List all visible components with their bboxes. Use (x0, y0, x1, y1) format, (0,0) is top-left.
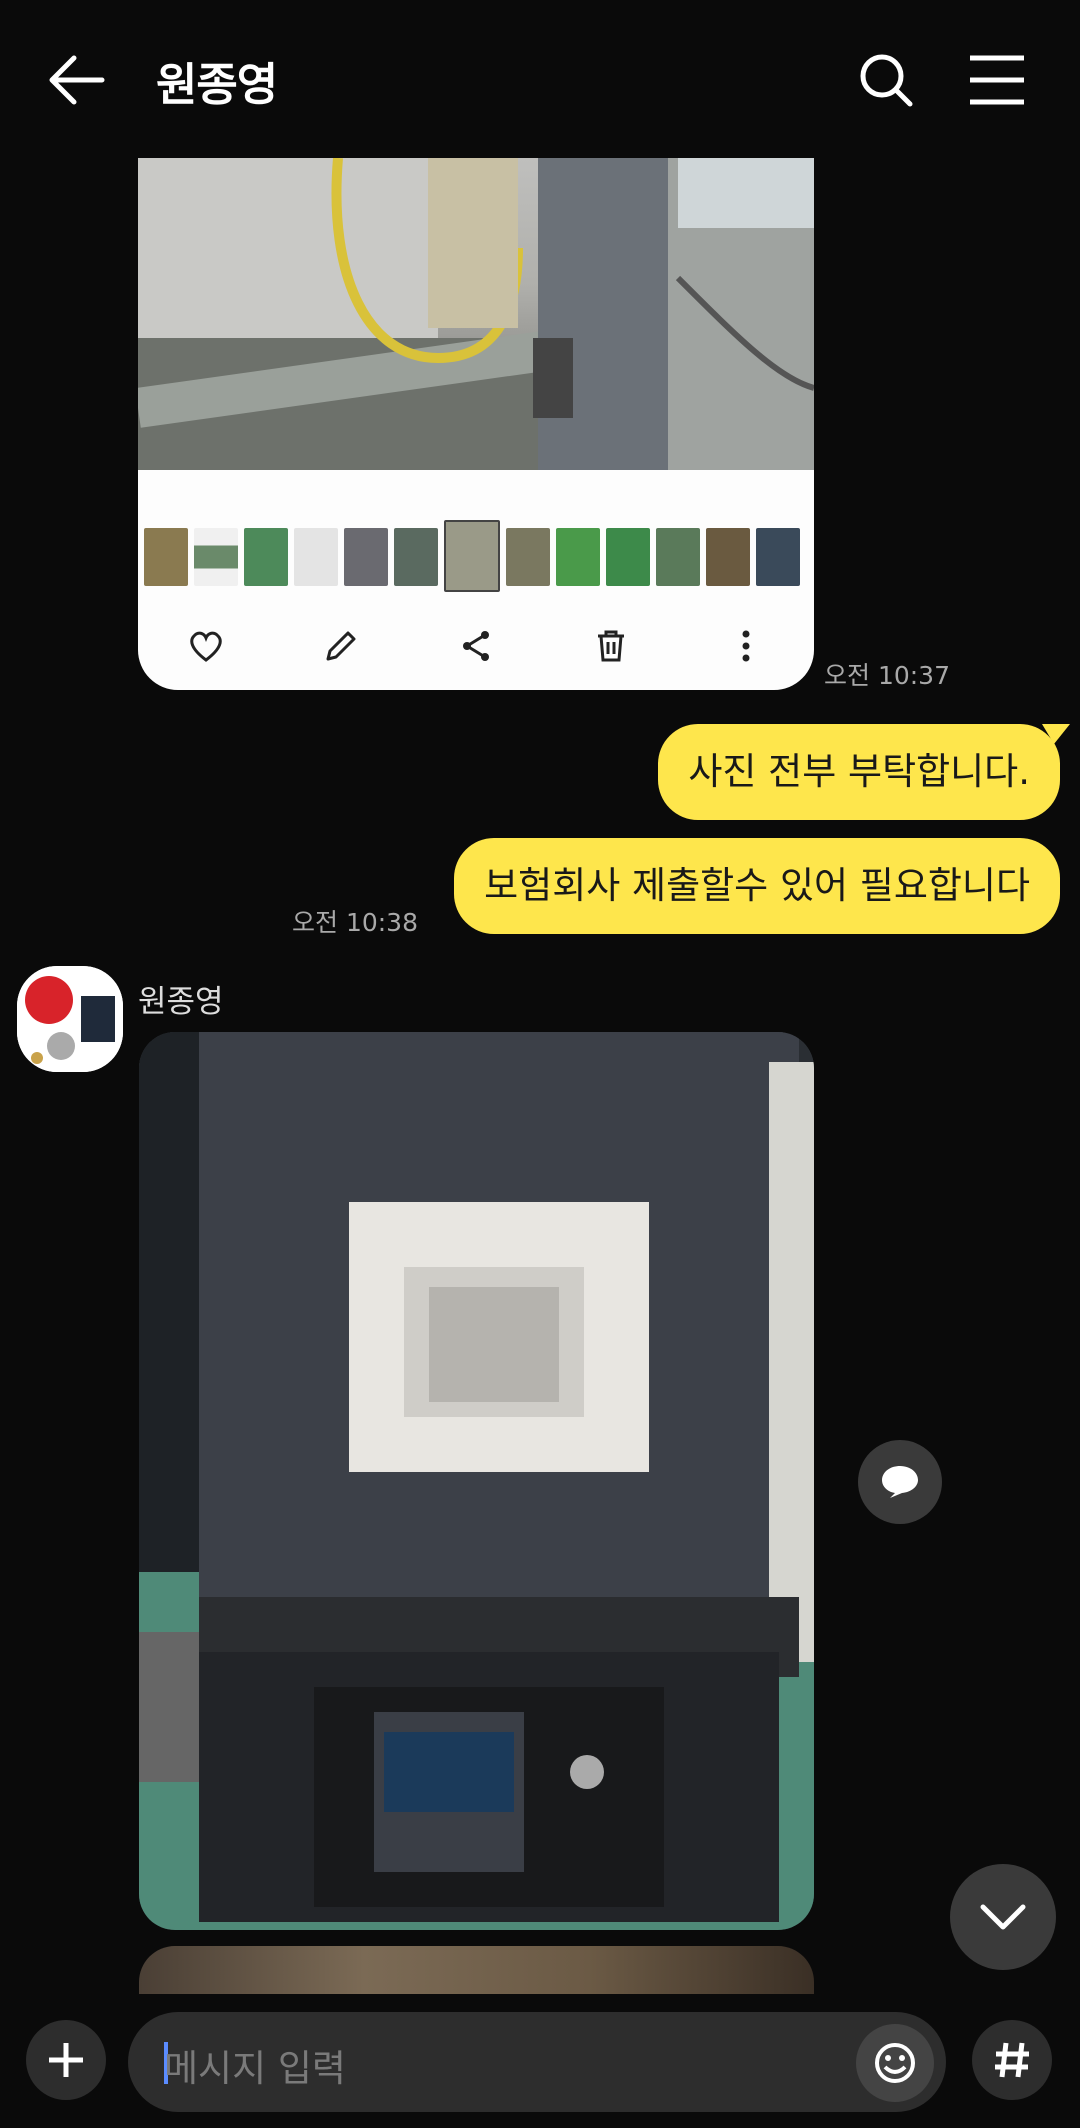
my-message-bubble[interactable]: 사진 전부 부탁합니다. (658, 724, 1060, 820)
chat-header: 원종영 (0, 0, 1080, 156)
viewer-actions (138, 618, 814, 674)
photo-viewer-card[interactable] (138, 158, 814, 690)
thumbnail[interactable] (194, 528, 238, 586)
chevron-down-icon[interactable] (950, 1864, 1056, 1970)
thumbnail[interactable] (394, 528, 438, 586)
thumbnail-selected[interactable] (444, 520, 500, 592)
more-vertical-icon[interactable] (724, 624, 768, 668)
back-arrow-icon[interactable] (44, 50, 114, 110)
trash-icon[interactable] (589, 624, 633, 668)
avatar[interactable] (17, 966, 123, 1072)
my-message-bubble[interactable]: 보험회사 제출할수 있어 필요합니다 (454, 838, 1060, 934)
thumbnail[interactable] (244, 528, 288, 586)
thumbnail[interactable] (756, 528, 800, 586)
emoji-icon[interactable] (856, 2024, 934, 2102)
thumbnail[interactable] (656, 528, 700, 586)
chat-title: 원종영 (156, 58, 278, 111)
thumbnail[interactable] (506, 528, 550, 586)
heart-icon[interactable] (184, 624, 228, 668)
thumbnail[interactable] (294, 528, 338, 586)
input-bar: 메시지 입력 (0, 1994, 1080, 2128)
thumbnail-strip[interactable] (144, 520, 800, 592)
sender-name: 원종영 (138, 984, 224, 1020)
thumbnail[interactable] (556, 528, 600, 586)
speech-bubble-icon[interactable] (858, 1440, 942, 1524)
message-input[interactable]: 메시지 입력 (128, 2012, 946, 2112)
plus-icon[interactable] (26, 2020, 106, 2100)
message-input-placeholder: 메시지 입력 (164, 2047, 346, 2090)
photo-message[interactable] (139, 1032, 814, 1930)
thumbnail[interactable] (606, 528, 650, 586)
thumbnail[interactable] (706, 528, 750, 586)
photo-message-partial[interactable] (139, 1946, 814, 1994)
thumbnail[interactable] (144, 528, 188, 586)
hash-icon[interactable] (972, 2020, 1052, 2100)
share-icon[interactable] (454, 624, 498, 668)
viewer-photo[interactable] (138, 158, 814, 470)
hamburger-menu-icon[interactable] (966, 52, 1028, 108)
thumbnail[interactable] (344, 528, 388, 586)
message-time: 오전 10:37 (824, 661, 950, 690)
pencil-icon[interactable] (319, 624, 363, 668)
bubble-tail (1042, 724, 1070, 744)
message-time: 오전 10:38 (292, 908, 418, 937)
search-icon[interactable] (858, 50, 914, 110)
